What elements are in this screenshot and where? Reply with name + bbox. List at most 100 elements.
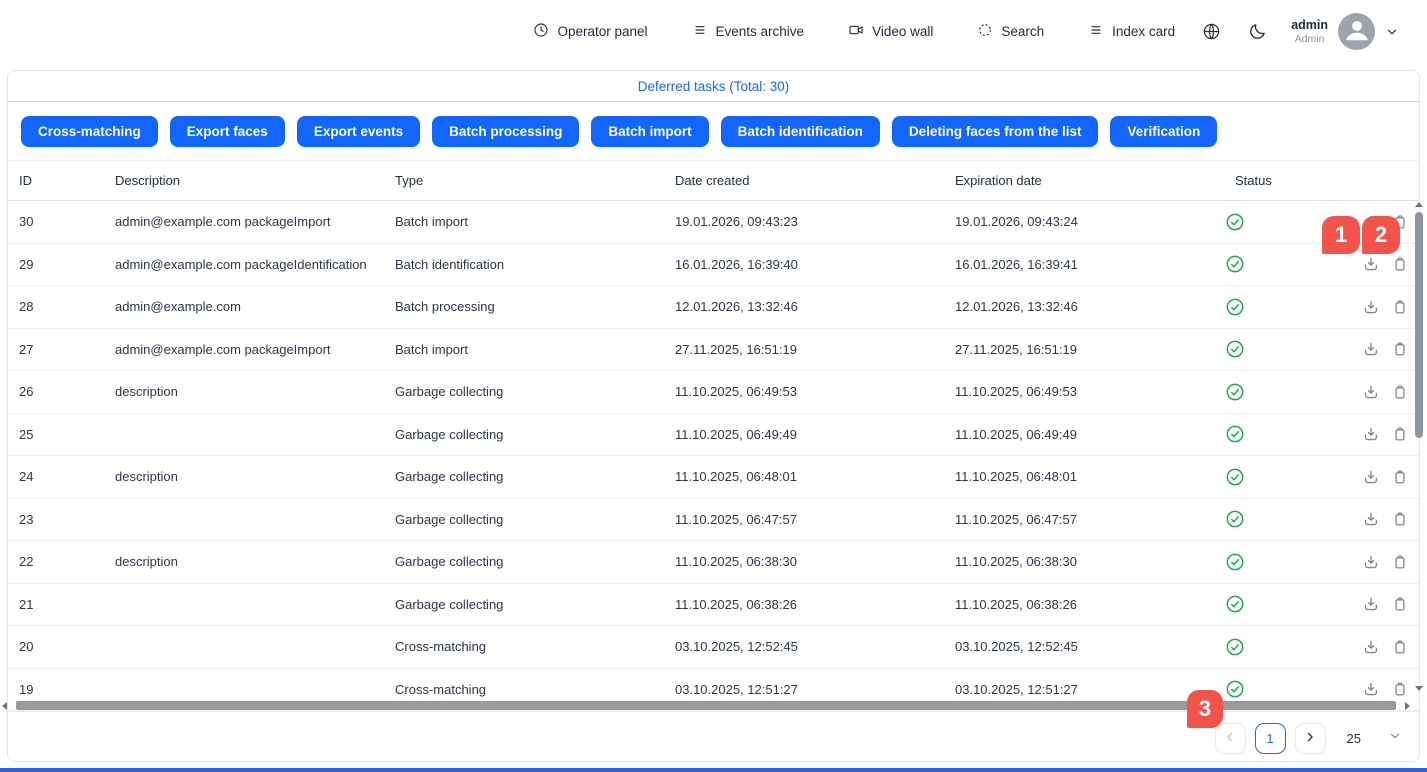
cross-matching-button[interactable]: Cross-matching [21,116,158,147]
nav-operator-panel[interactable]: Operator panel [533,22,647,41]
nav-index-card[interactable]: Index card [1088,22,1175,41]
cell-description: description [115,469,395,484]
top-nav: Operator panel Events archive Video wall… [0,0,1427,63]
cell-id: 24 [19,469,115,484]
download-task-button[interactable] [1362,298,1380,316]
scroll-right-arrow-icon[interactable] [1405,702,1410,710]
table-row: 22 description Garbage collecting 11.10.… [8,541,1419,584]
scroll-up-arrow-icon[interactable] [1415,202,1423,207]
column-header-date-created: Date created [675,173,955,188]
current-page-button[interactable]: 1 [1255,723,1286,754]
status-success-icon [1235,552,1345,572]
download-task-button[interactable] [1362,340,1380,358]
column-header-type: Type [395,173,675,188]
cell-expiration-date: 03.10.2025, 12:52:45 [955,639,1235,654]
cell-date-created: 12.01.2026, 13:32:46 [675,299,955,314]
row-actions [1345,468,1419,486]
download-icon [1362,468,1380,486]
delete-task-button[interactable] [1391,510,1409,528]
nav-search[interactable]: Search [977,22,1044,41]
trash-icon [1391,638,1409,656]
globe-icon[interactable] [1202,22,1221,41]
download-task-button[interactable] [1362,383,1380,401]
delete-task-button[interactable] [1391,680,1409,698]
delete-task-button[interactable] [1391,255,1409,273]
cell-id: 22 [19,554,115,569]
column-header-id: ID [19,173,115,188]
pagination: 1 25 [1215,723,1402,754]
nav-events-archive[interactable]: Events archive [692,22,805,41]
download-icon [1362,383,1380,401]
download-task-button[interactable] [1362,425,1380,443]
download-icon [1362,595,1380,613]
previous-page-button[interactable] [1215,723,1246,754]
download-task-button[interactable] [1362,510,1380,528]
person-icon [1342,15,1372,50]
avatar[interactable] [1338,13,1375,50]
row-actions [1345,638,1419,656]
cell-expiration-date: 19.01.2026, 09:43:24 [955,214,1235,229]
vertical-scrollbar-thumb[interactable] [1415,212,1423,438]
delete-task-button[interactable] [1391,595,1409,613]
export-faces-button[interactable]: Export faces [170,116,285,147]
moon-icon[interactable] [1248,22,1267,41]
cell-expiration-date: 11.10.2025, 06:49:53 [955,384,1235,399]
annotation-badge-2: 2 [1362,216,1400,254]
bottom-accent-bar [0,768,1427,772]
scroll-left-arrow-icon[interactable] [2,702,7,710]
list-icon [692,22,708,41]
batch-identification-button[interactable]: Batch identification [721,116,880,147]
cell-type: Cross-matching [395,639,675,654]
column-header-expiration-date: Expiration date [955,173,1235,188]
cell-type: Cross-matching [395,682,675,697]
trash-icon [1391,340,1409,358]
cell-description: admin@example.com packageImport [115,214,395,229]
scroll-down-arrow-icon[interactable] [1415,686,1423,691]
cell-date-created: 03.10.2025, 12:52:45 [675,639,955,654]
chevron-down-icon[interactable] [1385,25,1399,39]
cell-id: 26 [19,384,115,399]
cell-expiration-date: 11.10.2025, 06:47:57 [955,512,1235,527]
download-task-button[interactable] [1362,595,1380,613]
delete-task-button[interactable] [1391,553,1409,571]
delete-task-button[interactable] [1391,425,1409,443]
cell-date-created: 27.11.2025, 16:51:19 [675,342,955,357]
download-task-button[interactable] [1362,638,1380,656]
row-actions [1345,425,1419,443]
cell-type: Garbage collecting [395,554,675,569]
delete-task-button[interactable] [1391,383,1409,401]
delete-task-button[interactable] [1391,340,1409,358]
row-actions [1345,383,1419,401]
download-task-button[interactable] [1362,553,1380,571]
trash-icon [1391,298,1409,316]
download-icon [1362,255,1380,273]
verification-button[interactable]: Verification [1110,116,1217,147]
status-success-icon [1235,679,1345,699]
user-info[interactable]: admin Admin [1291,18,1328,46]
cell-expiration-date: 11.10.2025, 06:48:01 [955,469,1235,484]
column-header-description: Description [115,173,395,188]
cell-type: Batch processing [395,299,675,314]
status-success-icon [1235,637,1345,657]
delete-task-button[interactable] [1391,298,1409,316]
next-page-button[interactable] [1295,723,1326,754]
cell-expiration-date: 11.10.2025, 06:49:49 [955,427,1235,442]
deleting-faces-button[interactable]: Deleting faces from the list [892,116,1099,147]
download-task-button[interactable] [1362,255,1380,273]
delete-task-button[interactable] [1391,638,1409,656]
batch-import-button[interactable]: Batch import [591,116,708,147]
panel-title: Deferred tasks (Total: 30) [8,71,1419,102]
download-task-button[interactable] [1362,468,1380,486]
cell-type: Garbage collecting [395,597,675,612]
page-size-select[interactable]: 25 [1347,729,1402,748]
nav-label: Events archive [716,24,805,39]
nav-label: Index card [1112,24,1175,39]
batch-processing-button[interactable]: Batch processing [432,116,579,147]
cell-date-created: 03.10.2025, 12:51:27 [675,682,955,697]
export-events-button[interactable]: Export events [297,116,420,147]
nav-video-wall[interactable]: Video wall [848,22,933,41]
delete-task-button[interactable] [1391,468,1409,486]
user-name: admin [1291,18,1328,33]
download-task-button[interactable] [1362,680,1380,698]
cell-id: 23 [19,512,115,527]
